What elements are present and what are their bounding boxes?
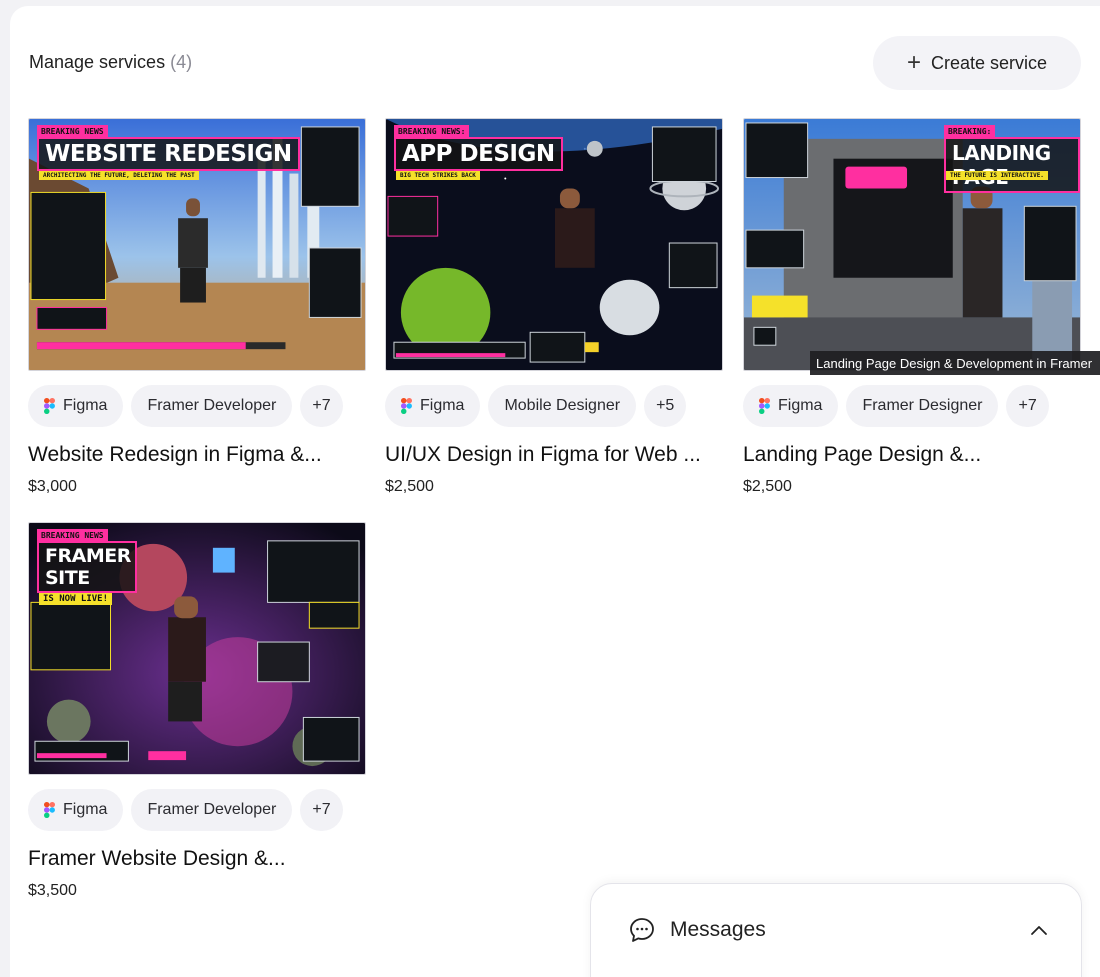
service-card[interactable]: BREAKING NEWS: APP DESIGN BIG TECH STRIK… — [385, 118, 723, 496]
service-thumbnail[interactable]: BREAKING NEWS WEBSITE REDESIGN ARCHITECT… — [28, 118, 366, 371]
figma-icon — [759, 398, 770, 414]
chevron-up-icon[interactable] — [1029, 922, 1049, 938]
service-card[interactable]: BREAKING NEWS FRAMER SITE IS NOW LIVE! F… — [28, 522, 366, 900]
service-price: $3,500 — [28, 882, 77, 899]
figma-icon — [401, 398, 412, 414]
thumbnail-headline: FRAMER SITE — [37, 541, 137, 593]
tag-more[interactable]: +7 — [300, 789, 343, 831]
tag-figma[interactable]: Figma — [28, 385, 124, 427]
thumbnail-tooltip: Landing Page Design & Development in Fra… — [810, 351, 1100, 375]
skill-tags: Figma Framer Designer +7 — [743, 385, 1081, 427]
tag-figma[interactable]: Figma — [28, 789, 124, 831]
thumbnail-subtitle: BIG TECH STRIKES BACK — [396, 171, 480, 180]
tag-skill[interactable]: Mobile Designer — [488, 385, 637, 427]
messages-widget[interactable]: Messages — [590, 883, 1082, 977]
service-price: $2,500 — [385, 478, 434, 495]
thumbnail-headline: LANDING PAGE — [944, 137, 1080, 193]
service-thumbnail[interactable]: BREAKING: LANDING PAGE THE FUTURE IS INT… — [743, 118, 1081, 371]
service-thumbnail[interactable]: BREAKING NEWS FRAMER SITE IS NOW LIVE! — [28, 522, 366, 775]
service-title[interactable]: Website Redesign in Figma &... — [28, 443, 360, 467]
tag-more[interactable]: +7 — [1006, 385, 1049, 427]
chat-bubble-icon — [630, 918, 654, 942]
skill-tags: Figma Framer Developer +7 — [28, 385, 366, 427]
thumbnail-headline: APP DESIGN — [394, 137, 563, 171]
skill-tags: Figma Framer Developer +7 — [28, 789, 366, 831]
tag-more[interactable]: +5 — [644, 385, 687, 427]
tag-skill[interactable]: Framer Developer — [131, 789, 293, 831]
service-price: $2,500 — [743, 478, 792, 495]
page-title: Manage services (4) — [29, 52, 193, 72]
thumbnail-subtitle: ARCHITECTING THE FUTURE, DELETING THE PA… — [39, 171, 199, 180]
plus-icon: + — [906, 49, 921, 76]
service-card[interactable]: BREAKING: LANDING PAGE THE FUTURE IS INT… — [743, 118, 1081, 496]
thumbnail-subtitle: THE FUTURE IS INTERACTIVE. — [946, 171, 1048, 180]
tag-skill[interactable]: Framer Developer — [131, 385, 293, 427]
create-service-button[interactable]: + Create service — [873, 36, 1081, 90]
service-card[interactable]: BREAKING NEWS WEBSITE REDESIGN ARCHITECT… — [28, 118, 366, 496]
thumbnail-subtitle: IS NOW LIVE! — [39, 593, 113, 605]
service-title[interactable]: Landing Page Design &... — [743, 443, 1075, 467]
thumbnail-headline: WEBSITE REDESIGN — [37, 137, 300, 171]
figma-icon — [44, 398, 55, 414]
skill-tags: Figma Mobile Designer +5 — [385, 385, 723, 427]
service-thumbnail[interactable]: BREAKING NEWS: APP DESIGN BIG TECH STRIK… — [385, 118, 723, 371]
service-title[interactable]: UI/UX Design in Figma for Web ... — [385, 443, 717, 467]
messages-label: Messages — [670, 918, 766, 941]
tag-figma[interactable]: Figma — [385, 385, 481, 427]
service-title[interactable]: Framer Website Design &... — [28, 847, 360, 871]
service-count: (4) — [170, 52, 193, 72]
service-price: $3,000 — [28, 478, 77, 495]
tag-figma[interactable]: Figma — [743, 385, 839, 427]
tag-more[interactable]: +7 — [300, 385, 343, 427]
figma-icon — [44, 802, 55, 818]
tag-skill[interactable]: Framer Designer — [846, 385, 999, 427]
